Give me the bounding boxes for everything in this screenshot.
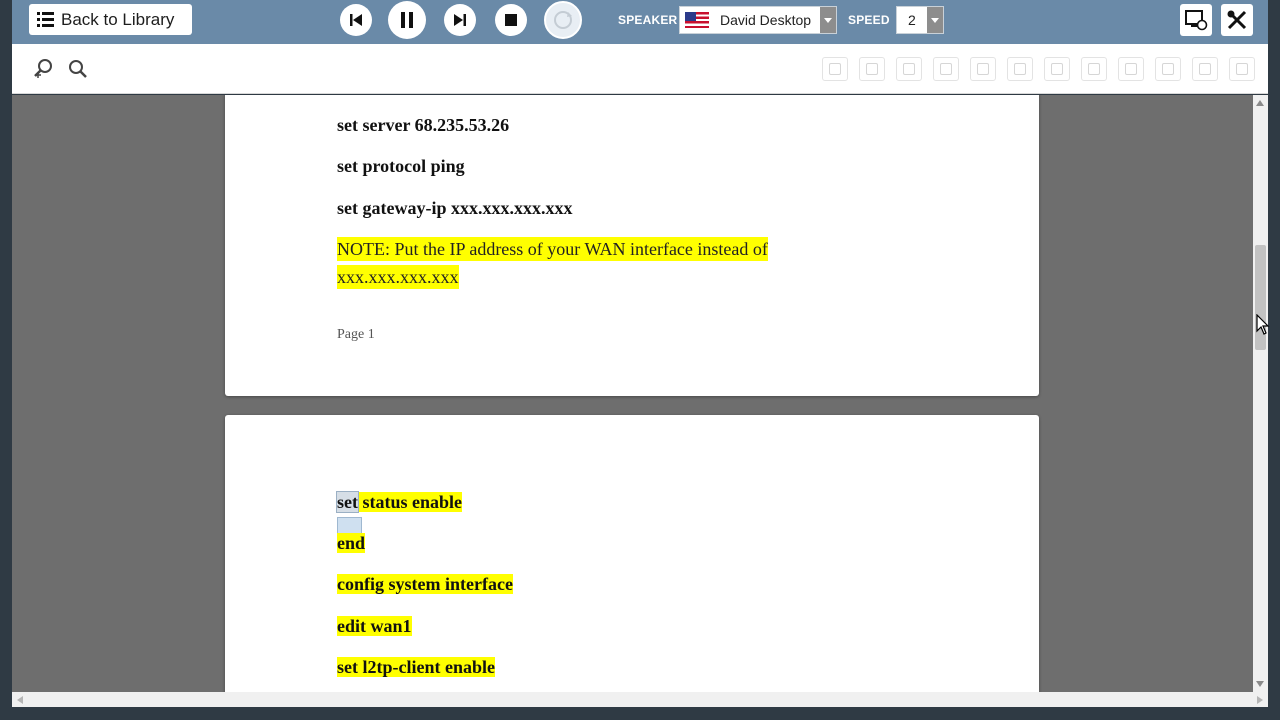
zoom-in-button[interactable] [30, 56, 56, 82]
undo-icon [977, 63, 989, 75]
scroll-up-arrow-icon[interactable] [1256, 100, 1264, 106]
note-line-2: xxx.xxx.xxx.xxx [337, 265, 459, 289]
save-icon [829, 63, 841, 75]
page-number: Page 1 [337, 327, 375, 342]
stop-icon [505, 14, 517, 26]
copy-icon [866, 63, 878, 75]
paste-tool-button[interactable] [933, 57, 959, 81]
current-line-rest: status enable [358, 492, 463, 512]
copy-tool-button[interactable] [859, 57, 885, 81]
notes-icon [1125, 63, 1137, 75]
notes-tool-button[interactable] [1118, 57, 1144, 81]
tools-icon [1227, 10, 1247, 30]
vertical-scrollbar[interactable] [1253, 95, 1268, 692]
repeat-icon [554, 11, 572, 29]
speed-label: SPEED [848, 13, 890, 27]
chevron-down-icon [820, 7, 836, 33]
pause-icon [401, 12, 413, 28]
text-line: set protocol ping [337, 156, 465, 176]
us-flag-icon [685, 12, 709, 28]
stop-button[interactable] [495, 4, 527, 36]
previous-button[interactable] [340, 4, 372, 36]
zoom-out-icon [69, 60, 87, 78]
scroll-right-arrow-icon[interactable] [1257, 696, 1263, 704]
skip-previous-icon [350, 14, 362, 26]
mouse-cursor-icon [1256, 314, 1270, 335]
pointer-tool-button[interactable] [1155, 57, 1181, 81]
check-tool-button[interactable] [1192, 57, 1218, 81]
scroll-down-arrow-icon[interactable] [1256, 681, 1264, 687]
search-tool-button[interactable] [1007, 57, 1033, 81]
pause-button[interactable] [388, 1, 426, 39]
horizontal-scrollbar[interactable] [12, 692, 1268, 707]
speaker-select[interactable]: David Desktop [679, 6, 837, 34]
document-toolbar [12, 44, 1268, 94]
back-to-library-label: Back to Library [61, 9, 175, 29]
eraser-icon [1088, 63, 1100, 75]
next-button[interactable] [444, 4, 476, 36]
scroll-left-arrow-icon[interactable] [17, 696, 23, 704]
zoom-in-icon [34, 59, 52, 78]
save-tool-button[interactable] [822, 57, 848, 81]
search-icon [1014, 63, 1026, 75]
delete-tool-button[interactable] [1229, 57, 1255, 81]
highlight-icon [1051, 63, 1063, 75]
undo-tool-button[interactable] [970, 57, 996, 81]
document-page-1: set server 68.235.53.26 set protocol pin… [225, 95, 1039, 396]
trash-icon [1236, 63, 1248, 75]
settings-button[interactable] [1221, 4, 1253, 36]
chevron-down-icon [927, 7, 943, 33]
document-page-2: set status enable end config system inte… [225, 415, 1039, 692]
paste-icon [940, 63, 952, 75]
text-line: edit wan1 [337, 616, 412, 636]
eraser-tool-button[interactable] [1081, 57, 1107, 81]
back-to-library-button[interactable]: Back to Library [29, 4, 192, 35]
text-line: set gateway-ip xxx.xxx.xxx.xxx [337, 198, 573, 218]
skip-next-icon [454, 14, 466, 26]
speed-value: 2 [908, 12, 916, 28]
pointer-icon [1162, 63, 1174, 75]
text-line-current: set status enable [336, 491, 463, 513]
monitor-icon [1185, 10, 1208, 31]
document-viewer[interactable]: set server 68.235.53.26 set protocol pin… [12, 95, 1253, 692]
player-bar: Back to Library SPEAKER David Desktop SP… [12, 0, 1268, 44]
screen-reader-mode-button[interactable] [1180, 4, 1212, 36]
list-icon [37, 12, 54, 27]
repeat-button[interactable] [544, 1, 582, 39]
check-icon [1199, 63, 1211, 75]
cut-tool-button[interactable] [896, 57, 922, 81]
text-line: config system interface [337, 574, 513, 594]
highlight-tool-button[interactable] [1044, 57, 1070, 81]
speed-select[interactable]: 2 [896, 6, 944, 34]
note-paragraph: NOTE: Put the IP address of your WAN int… [337, 235, 857, 291]
text-line: set l2tp-client enable [337, 657, 495, 677]
cut-icon [903, 63, 915, 75]
speaker-value: David Desktop [720, 12, 812, 28]
zoom-out-button[interactable] [65, 56, 91, 82]
speaker-label: SPEAKER [618, 13, 678, 27]
text-line: end [337, 533, 366, 553]
current-word: set [336, 491, 359, 513]
text-line: set server 68.235.53.26 [337, 115, 510, 135]
note-line-1: NOTE: Put the IP address of your WAN int… [337, 237, 768, 261]
